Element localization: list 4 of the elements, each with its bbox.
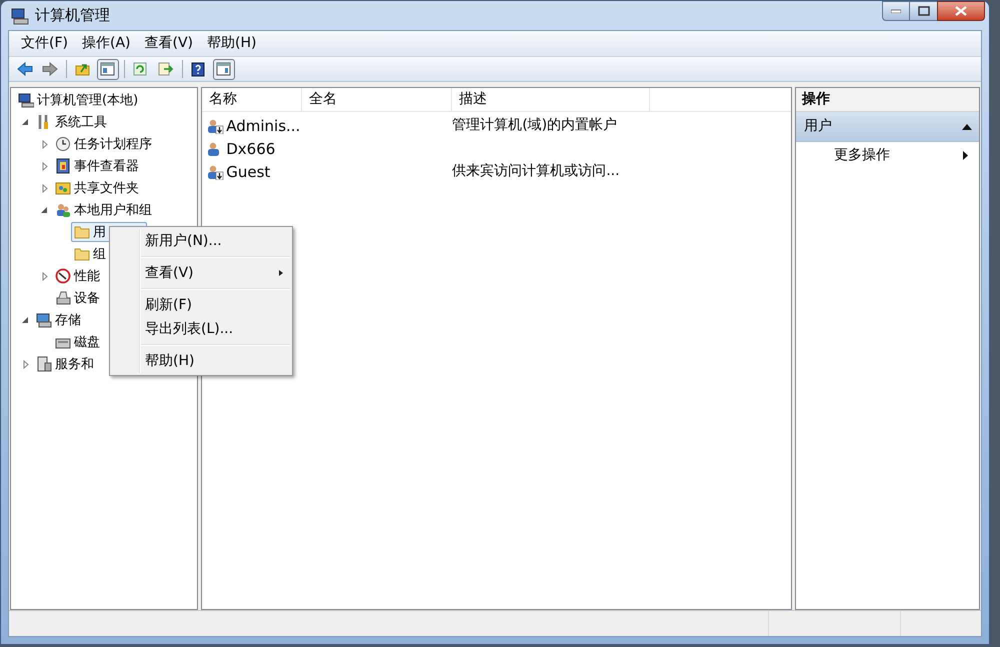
action-pane-header: 操作 xyxy=(796,88,979,112)
table-cell-text: 供来宾访问计算机或访问... xyxy=(452,162,620,182)
window-title: 计算机管理 xyxy=(35,5,110,26)
table-cell-text: 管理计算机(域)的内置帐户 xyxy=(452,116,618,136)
